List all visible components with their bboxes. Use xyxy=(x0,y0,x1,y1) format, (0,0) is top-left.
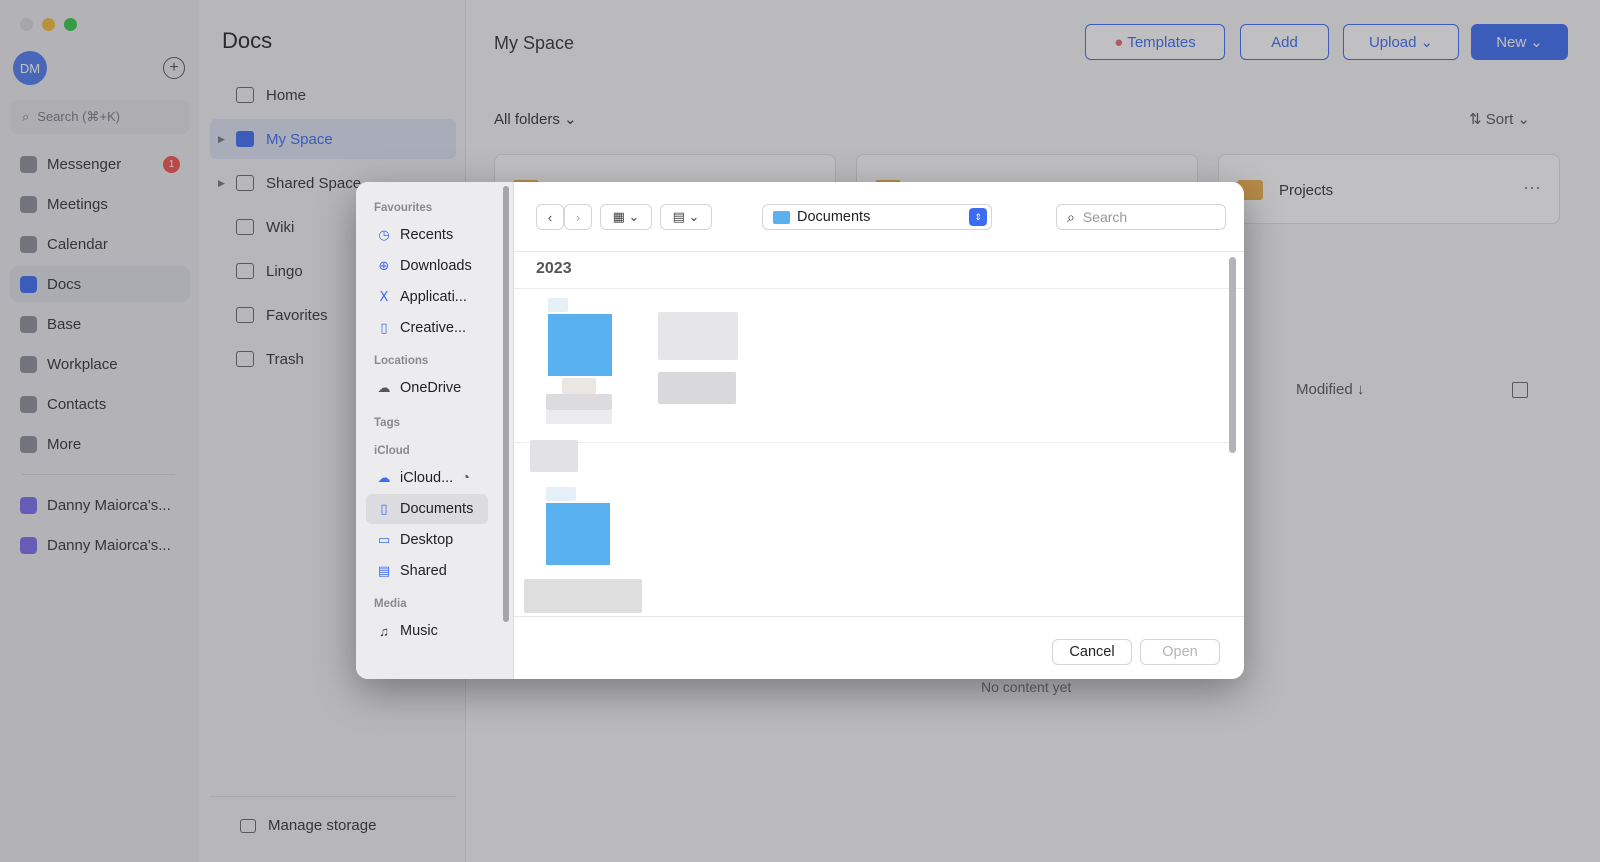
cloud-icon: ☁ xyxy=(377,380,391,395)
cancel-button[interactable]: Cancel xyxy=(1052,639,1132,665)
file-item[interactable] xyxy=(524,487,644,617)
app-window: DM + ⌕ Search (⌘+K) Messenger 1 Meetings … xyxy=(0,0,1600,862)
sidebar-shared[interactable]: ▤ Shared xyxy=(366,556,488,586)
location-dropdown[interactable]: Documents ⇕ xyxy=(762,204,992,230)
music-icon: ♫ xyxy=(379,623,389,639)
group-by-button[interactable]: ▤ ⌄ xyxy=(660,204,712,230)
favourites-heading: Favourites xyxy=(374,202,433,214)
sidebar-documents[interactable]: ▯ Documents xyxy=(366,494,488,524)
year-group-header: 2023 xyxy=(514,252,1244,289)
sidebar-applications[interactable]: Ⅹ Applicati... xyxy=(366,282,488,312)
file-label xyxy=(530,440,578,472)
media-heading: Media xyxy=(374,598,407,610)
tags-heading: Tags xyxy=(374,417,400,429)
dialog-search[interactable]: ⌕ Search xyxy=(1056,204,1226,230)
applications-icon: Ⅹ xyxy=(379,289,389,304)
sidebar-downloads[interactable]: ⊕ Downloads xyxy=(366,251,488,281)
sidebar-creative[interactable]: ▯ Creative... xyxy=(366,313,488,343)
file-item[interactable] xyxy=(654,312,750,412)
forward-icon[interactable]: › xyxy=(564,204,592,230)
row-divider xyxy=(514,442,1234,443)
file-open-dialog: Favourites ◷ Recents ⊕ Downloads Ⅹ Applicat… xyxy=(356,182,1244,679)
sidebar-onedrive[interactable]: ☁ OneDrive xyxy=(366,373,488,403)
icloud-icon: ☁ xyxy=(377,470,391,485)
search-icon: ⌕ xyxy=(1067,208,1075,225)
group-icon: ▤ xyxy=(672,209,685,224)
sidebar-recents[interactable]: ◷ Recents xyxy=(366,220,488,250)
folder-icon xyxy=(773,210,790,224)
locations-heading: Locations xyxy=(374,355,429,367)
sidebar-icloud-drive[interactable]: ☁ iCloud... ◔ xyxy=(366,463,488,493)
grid-icon: ▦ xyxy=(612,209,625,224)
document-icon: ▯ xyxy=(380,320,388,335)
file-area-scrollbar[interactable] xyxy=(1229,257,1236,453)
dialog-footer: Cancel Open xyxy=(514,616,1244,679)
chevron-down-icon: ⌄ xyxy=(628,209,640,224)
dialog-toolbar: ‹ › ▦ ⌄ ▤ ⌄ Documents ⇕ ⌕ Search xyxy=(514,182,1244,252)
download-icon: ⊕ xyxy=(378,258,390,273)
open-button[interactable]: Open xyxy=(1140,639,1220,665)
sidebar-scrollbar[interactable] xyxy=(503,186,509,622)
stepper-icon: ⇕ xyxy=(969,208,987,226)
clock-icon: ◷ xyxy=(378,227,390,242)
desktop-icon: ▭ xyxy=(377,532,391,547)
file-item[interactable] xyxy=(532,298,632,426)
sidebar-desktop[interactable]: ▭ Desktop xyxy=(366,525,488,555)
dialog-sidebar: Favourites ◷ Recents ⊕ Downloads Ⅹ Applicat… xyxy=(356,182,514,679)
chevron-down-icon: ⌄ xyxy=(688,209,700,224)
icloud-heading: iCloud xyxy=(374,445,410,457)
view-mode-button[interactable]: ▦ ⌄ xyxy=(600,204,652,230)
back-icon[interactable]: ‹ xyxy=(536,204,564,230)
sidebar-music[interactable]: ♫ Music xyxy=(366,616,488,646)
shared-folder-icon: ▤ xyxy=(377,563,391,578)
document-icon: ▯ xyxy=(380,501,388,516)
dialog-file-area: ‹ › ▦ ⌄ ▤ ⌄ Documents ⇕ ⌕ Search 2023 Ca… xyxy=(514,182,1244,679)
progress-ring-icon: ◔ xyxy=(461,470,470,486)
